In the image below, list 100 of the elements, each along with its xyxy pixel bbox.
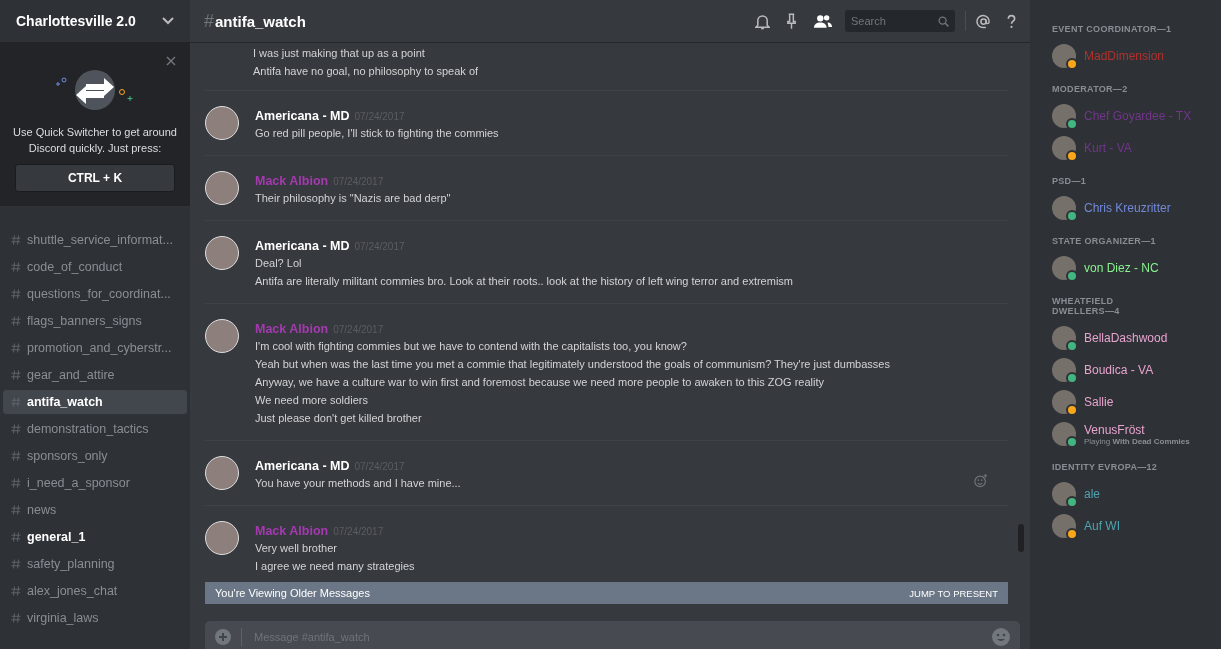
member-name[interactable]: ale [1084,487,1100,501]
help-icon[interactable] [1007,13,1016,29]
hash-icon [11,289,21,299]
message-text: I agree we need many strategies [255,559,415,574]
search-field[interactable]: Search [851,10,938,32]
channel-item[interactable]: safety_planning [3,552,187,576]
author-name[interactable]: Americana - MD [255,109,350,123]
close-icon[interactable] [166,56,176,66]
channel-item[interactable]: general_1 [3,525,187,549]
member-avatar[interactable] [1052,482,1076,506]
member-avatar[interactable] [1052,136,1076,160]
member-avatar[interactable] [1052,422,1076,446]
member-avatar[interactable] [1052,104,1076,128]
member-avatar[interactable] [1052,358,1076,382]
hash-icon [11,262,21,272]
author-name[interactable]: Americana - MD [255,459,350,473]
channel-item[interactable]: virginia_laws [3,606,187,630]
role-heading: MODERATOR—2 [1052,84,1129,94]
scrollbar-thumb[interactable] [1018,524,1024,552]
hash-icon [11,424,21,434]
member-avatar[interactable] [1052,514,1076,538]
member-avatar[interactable] [1052,390,1076,414]
mention-icon[interactable] [976,13,991,29]
server-header[interactable]: Charlottesville 2.0 [0,0,190,42]
shortcut-button[interactable]: CTRL + K [15,164,175,192]
channel-item[interactable]: flags_banners_signs [3,309,187,333]
member-name[interactable]: MadDimension [1084,49,1165,63]
avatar[interactable] [205,521,239,555]
message-text: I'm cool with fighting commies but we have to contend with the capitalists too, you know? [255,339,687,354]
channel-item[interactable]: questions_for_coordinat... [3,282,187,306]
avatar[interactable] [205,456,239,490]
member-name[interactable]: VenusFröst [1084,422,1190,437]
members-icon[interactable] [813,13,833,29]
channel-item[interactable]: promotion_and_cyberstr... [3,336,187,360]
message-text: You have your methods and I have mine... [255,476,461,491]
member-name[interactable]: von Diez - NC [1084,261,1159,275]
member-name[interactable]: Sallie [1084,395,1114,409]
member-name[interactable]: Auf WI [1084,519,1120,533]
member-avatar[interactable] [1052,44,1076,68]
member-name[interactable]: Boudica - VA [1084,363,1154,377]
member-name[interactable]: BellaDashwood [1084,331,1168,345]
search-icon [938,15,949,27]
message-text: Just please don't get killed brother [255,411,422,426]
message-text: Antifa are literally militant commies bro. Look at their roots.. look at the history of left wing terror and extremism [255,274,793,289]
role-heading: WHEATFIELD DWELLERS—4 [1052,296,1121,316]
author-name[interactable]: Mack Albion [255,174,329,188]
member-activity: Playing With Dead Commies [1084,436,1190,446]
hash-icon [11,343,21,353]
hash-icon [11,505,21,515]
message-text: Their philosophy is "Nazis are bad derp" [255,191,451,206]
hash-icon [11,586,21,596]
hash-icon [11,370,21,380]
channel-item[interactable]: alex_jones_chat [3,579,187,603]
hash-icon [11,451,21,461]
quick-switcher-hint: Use Quick Switcher to get around Discord quickly. Just press: [12,125,178,156]
channel-item[interactable]: gear_and_attire [3,363,187,387]
role-heading: PSD—1 [1052,176,1087,186]
author-name[interactable]: Americana - MD [255,239,350,253]
role-heading: IDENTITY EVROPA—12 [1052,462,1159,472]
channel-item[interactable]: shuttle_service_informat... [3,228,187,252]
hash-icon [11,559,21,569]
hash-icon [11,397,21,407]
role-heading: STATE ORGANIZER—1 [1052,236,1157,246]
search-bar[interactable]: Search [845,10,955,32]
banner-text: You're Viewing Older Messages [215,587,370,599]
jump-to-present-link[interactable]: JUMP TO PRESENT [909,587,998,599]
add-reaction-icon[interactable] [974,474,988,488]
channel-item[interactable]: antifa_watch [3,390,187,414]
channel-item[interactable]: news [3,498,187,522]
message-text: Very well brother [255,541,337,556]
member-name[interactable]: Chris Kreuzritter [1084,201,1171,215]
message-text: Anyway, we have a culture war to win first and foremost because we need more people to awaken to this ZOG reality [255,375,825,390]
message-text: Deal? Lol [255,256,302,271]
hash-icon [11,235,21,245]
author-name[interactable]: Mack Albion [255,524,329,538]
channel-title: #antifa_watch [204,10,306,32]
message-text: Antifa have no goal, no philosophy to speak of [253,64,479,79]
message-text: We need more soldiers [255,393,368,408]
hash-icon [11,478,21,488]
message-text: Yeah but when was the last time you met a commie that legitimately understood the goals of communism? They're just dumbasses [255,357,890,372]
channel-item[interactable]: i_need_a_sponsor [3,471,187,495]
hash-icon [11,613,21,623]
member-avatar[interactable] [1052,196,1076,220]
avatar[interactable] [205,236,239,270]
member-avatar[interactable] [1052,256,1076,280]
chevron-down-icon [162,17,174,25]
avatar[interactable] [205,171,239,205]
author-name[interactable]: Mack Albion [255,322,329,336]
member-avatar[interactable] [1052,326,1076,350]
role-heading: EVENT COORDINATOR—1 [1052,24,1173,34]
channel-item[interactable]: demonstration_tactics [3,417,187,441]
message-text: Go red pill people, I'll stick to fighting the commies [255,126,499,141]
server-name: Charlottesville 2.0 [16,13,136,29]
avatar[interactable] [205,106,239,140]
pin-icon[interactable] [786,12,797,30]
channel-item[interactable]: code_of_conduct [3,255,187,279]
message-text: I was just making that up as a point [253,46,425,61]
bell-icon[interactable] [755,12,770,30]
channel-item[interactable]: sponsors_only [3,444,187,468]
avatar[interactable] [205,319,239,353]
